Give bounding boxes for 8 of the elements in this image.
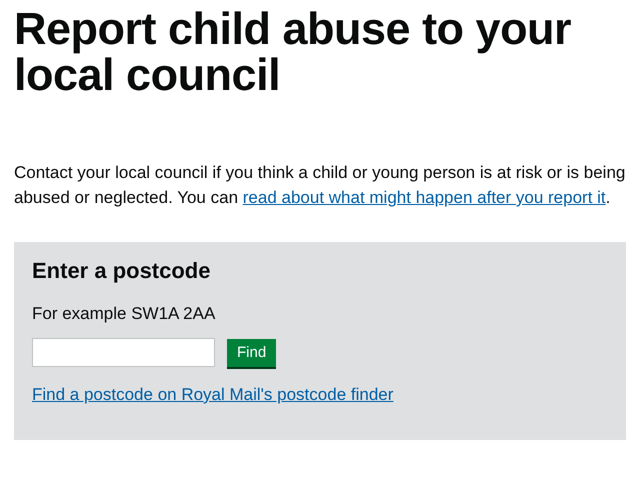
postcode-field[interactable] [32, 338, 215, 367]
info-link[interactable]: read about what might happen after you report it [242, 188, 606, 207]
panel-heading: Enter a postcode [32, 258, 212, 284]
page-heading: Report child abuse to your local council [14, 6, 572, 98]
postcode-finder-link[interactable]: Find a postcode on Royal Mail's postcode finder [32, 385, 394, 405]
postcode-hint: For example SW1A 2AA [32, 304, 216, 324]
find-button[interactable]: Find [227, 338, 276, 366]
intro-paragraph: Contact your local council if you think a child or young person is at risk or is being abused or neglected. You can read about what might happen after you report it. [14, 162, 626, 209]
